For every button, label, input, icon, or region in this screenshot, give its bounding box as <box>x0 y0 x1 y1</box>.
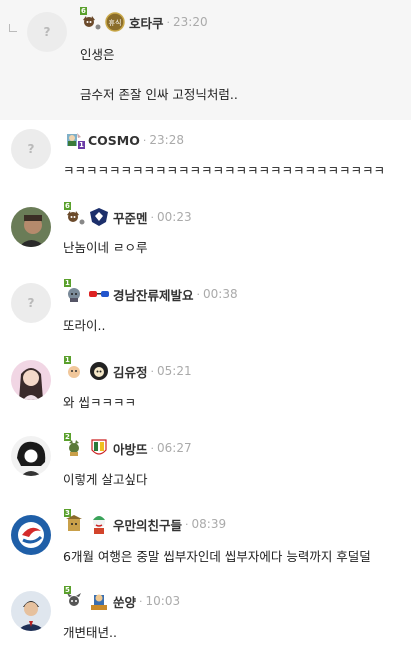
level-badge-icon: 6 <box>64 202 86 226</box>
comment-text-line: 또라이.. <box>63 318 106 333</box>
comment-author[interactable]: 경남잔류제발요 <box>113 285 194 304</box>
separator-dot: · <box>196 287 201 301</box>
avatar-placeholder: ? <box>27 296 35 310</box>
svg-text:휴식: 휴식 <box>109 18 122 27</box>
avatar[interactable]: ? <box>11 129 51 169</box>
avatar[interactable] <box>11 360 51 400</box>
joker-emblem-icon <box>88 514 110 534</box>
club-crest-icon <box>88 438 110 458</box>
level-badge-icon: 1 <box>64 279 86 303</box>
separator-dot: · <box>150 210 155 224</box>
character-emblem-icon <box>88 591 110 611</box>
avatar[interactable] <box>11 436 51 476</box>
comment-header: 1 COSMO · 23:28 <box>64 131 184 149</box>
comment-item: 3 우만의친구들 · 08:39 6개월 여행은 중말 씹부자인데 씹부자에다 … <box>0 509 411 588</box>
level-number: 2 <box>64 433 71 441</box>
avatar[interactable]: ? <box>11 283 51 323</box>
comment-header: 3 우만의친구들 · 08:39 <box>64 509 227 534</box>
comment-item: 2 아방뜨 · 06:27 이렇게 살고싶다 <box>0 432 411 510</box>
comment-text-line: 와 씹ㅋㅋㅋㅋ <box>63 395 136 410</box>
comment-author[interactable]: 쑨양 <box>113 592 136 611</box>
comment-text-line: 금수저 존잘 인싸 고정닉처럼.. <box>80 87 238 102</box>
level-badge-icon: 1 <box>64 131 86 149</box>
comment-time: 00:23 <box>157 210 192 224</box>
avatar-placeholder: ? <box>27 142 35 156</box>
rest-emblem-icon: 휴식 <box>104 12 126 32</box>
level-badge-icon: 5 <box>64 586 86 610</box>
separator-dot: · <box>150 441 155 455</box>
comment-item: 5 쑨양 · 10:03 개변태년.. <box>0 586 411 652</box>
level-number: 5 <box>64 586 71 594</box>
comment-time: 23:20 <box>173 15 208 29</box>
avatar[interactable]: ? <box>27 12 67 52</box>
comment-item: ? 6 휴식 호타쿠 · 23:20 인생은 금수저 존잘 인싸 고정닉처럼.. <box>0 0 411 120</box>
comment-header: 6 휴식 호타쿠 · 23:20 <box>80 7 208 32</box>
comment-header: 1 경남잔류제발요 · 00:38 <box>64 279 238 304</box>
avatar[interactable] <box>11 591 51 631</box>
comment-text-line: 난놈이네 ㄹㅇ루 <box>63 240 148 255</box>
comment-item: 1 김유정 · 05:21 와 씹ㅋㅋㅋㅋ <box>0 354 411 432</box>
comment-author[interactable]: COSMO <box>88 133 140 148</box>
comment-author[interactable]: 김유정 <box>113 362 148 381</box>
level-badge-icon: 3 <box>64 509 86 533</box>
comment-time: 06:27 <box>157 441 192 455</box>
comment-header: 1 김유정 · 05:21 <box>64 356 192 381</box>
comment-author[interactable]: 아방뜨 <box>113 439 148 458</box>
separator-dot: · <box>185 517 189 531</box>
avatar[interactable] <box>11 207 51 247</box>
comment-time: 23:28 <box>149 133 184 147</box>
avatar[interactable] <box>11 515 51 555</box>
level-number: 1 <box>64 356 71 364</box>
comment-text-line: 이렇게 살고싶다 <box>63 472 148 487</box>
comment-header: 2 아방뜨 · 06:27 <box>64 433 192 458</box>
comment-time: 08:39 <box>191 517 227 531</box>
comment-author[interactable]: 호타쿠 <box>129 13 164 32</box>
comment-text-line: ㅋㅋㅋㅋㅋㅋㅋㅋㅋㅋㅋㅋㅋㅋㅋㅋㅋㅋㅋㅋㅋㅋㅋㅋㅋㅋㅋㅋ <box>63 163 386 178</box>
character-emblem-icon <box>88 361 110 381</box>
separator-dot: · <box>150 364 155 378</box>
comment-author[interactable]: 꾸준멘 <box>113 208 148 227</box>
level-number: 1 <box>64 279 71 287</box>
glasses-emblem-icon <box>88 284 110 304</box>
comment-item: 6 꾸준멘 · 00:23 난놈이네 ㄹㅇ루 <box>0 198 411 278</box>
club-crest-icon <box>88 207 110 227</box>
comment-header: 5 쑨양 · 10:03 <box>64 586 181 611</box>
comment-author[interactable]: 우만의친구들 <box>113 515 182 534</box>
level-number: 6 <box>80 7 87 15</box>
comment-time: 10:03 <box>145 594 181 608</box>
level-badge-icon: 2 <box>64 433 86 457</box>
level-badge-icon: 1 <box>64 356 86 380</box>
level-number: 6 <box>64 202 71 210</box>
separator-dot: · <box>142 133 147 147</box>
comment-item: ? 1 경남잔류제발요 · 00:38 또라이.. <box>0 278 411 354</box>
comment-header: 6 꾸준멘 · 00:23 <box>64 202 192 227</box>
level-number: 3 <box>64 509 71 517</box>
comment-time: 05:21 <box>157 364 192 378</box>
avatar-placeholder: ? <box>43 25 51 39</box>
level-number: 1 <box>78 141 85 149</box>
comment-text-line: 인생은 <box>80 47 115 62</box>
reply-arrow-icon <box>9 24 17 32</box>
comment-text-line: 6개월 여행은 중말 씹부자인데 씹부자에다 능력까지 후덜덜 <box>63 549 371 564</box>
comment-text-line: 개변태년.. <box>63 625 117 640</box>
level-badge-icon: 6 <box>80 7 102 31</box>
separator-dot: · <box>139 594 143 608</box>
comment-item: ? 1 COSMO · 23:28 ㅋㅋㅋㅋㅋㅋㅋㅋㅋㅋㅋㅋㅋㅋㅋㅋㅋㅋㅋㅋㅋㅋ… <box>0 120 411 198</box>
separator-dot: · <box>166 15 171 29</box>
comment-time: 00:38 <box>203 287 238 301</box>
